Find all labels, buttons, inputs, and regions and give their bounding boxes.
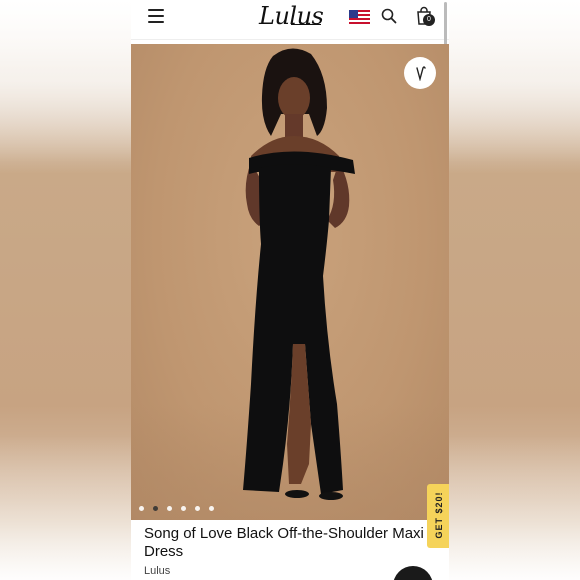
carousel-dot[interactable] [139, 506, 144, 511]
promo-label: GET $20! [434, 491, 444, 539]
cart-count-badge: 0 [423, 14, 435, 26]
carousel-dot[interactable] [167, 506, 172, 511]
chat-button[interactable] [393, 566, 433, 580]
top-navigation-bar: Lulus 0 [131, 0, 449, 80]
model-figure [243, 48, 355, 500]
us-flag-icon[interactable] [349, 10, 370, 24]
carousel-dot[interactable] [181, 506, 186, 511]
product-brand[interactable]: Lulus [144, 565, 170, 577]
favorite-button[interactable] [404, 57, 436, 89]
mobile-screen: Lulus 0 GET $20! Song of Love Black Off-… [131, 0, 449, 580]
carousel-dot-active[interactable] [153, 506, 158, 511]
product-title: Song of Love Black Off-the-Shoulder Maxi… [144, 525, 424, 560]
image-carousel-dots [139, 506, 214, 512]
search-icon[interactable] [381, 8, 397, 24]
hamburger-icon[interactable] [148, 9, 164, 23]
page-background-right [449, 0, 580, 580]
carousel-dot[interactable] [195, 506, 200, 511]
heart-icon [416, 66, 426, 81]
page-background-left [0, 0, 131, 580]
logo-underline [291, 24, 321, 25]
carousel-dot[interactable] [209, 506, 214, 511]
product-image[interactable] [131, 44, 449, 520]
site-logo[interactable]: Lulus [259, 2, 324, 30]
